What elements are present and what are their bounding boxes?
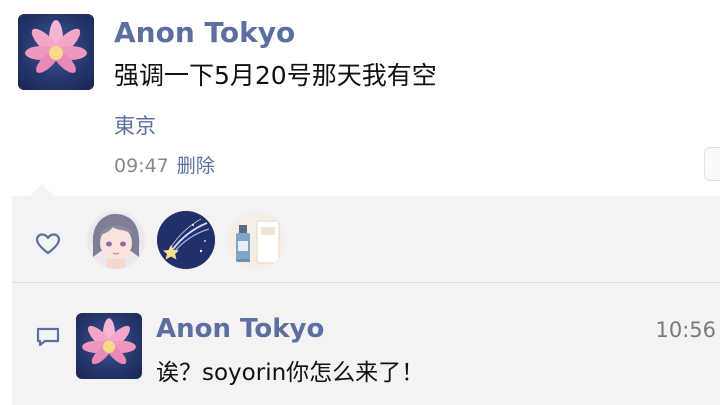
anime-girl-icon — [87, 211, 145, 269]
liker-avatar[interactable] — [227, 211, 285, 269]
comment-text[interactable]: 诶？soyorin你怎么来了！ — [156, 353, 424, 387]
lotus-icon — [25, 20, 87, 73]
liker-avatar[interactable] — [157, 211, 215, 269]
post-meta: 09:47 删除 — [114, 151, 215, 178]
shooting-star-icon — [157, 211, 215, 269]
panel-divider — [12, 282, 720, 283]
post-location[interactable]: 東京 — [114, 110, 156, 140]
perfume-bottle-icon — [227, 211, 285, 269]
comment-author-avatar[interactable] — [76, 313, 142, 379]
post-author-name[interactable]: Anon Tokyo — [114, 16, 295, 49]
post-time: 09:47 — [114, 155, 169, 177]
comment-time: 10:56 — [655, 318, 716, 342]
lotus-icon — [82, 318, 136, 365]
post-author-avatar[interactable] — [18, 14, 94, 90]
delete-button[interactable]: 删除 — [177, 155, 215, 177]
more-actions-button[interactable] — [704, 147, 720, 181]
liker-avatar[interactable] — [87, 211, 145, 269]
panel-caret — [30, 184, 54, 196]
post-text: 强调一下5月20号那天我有空 — [114, 61, 437, 90]
heart-outline-icon — [35, 233, 61, 255]
comment-author-name[interactable]: Anon Tokyo — [156, 314, 324, 344]
comment-bubble-icon — [36, 327, 60, 347]
